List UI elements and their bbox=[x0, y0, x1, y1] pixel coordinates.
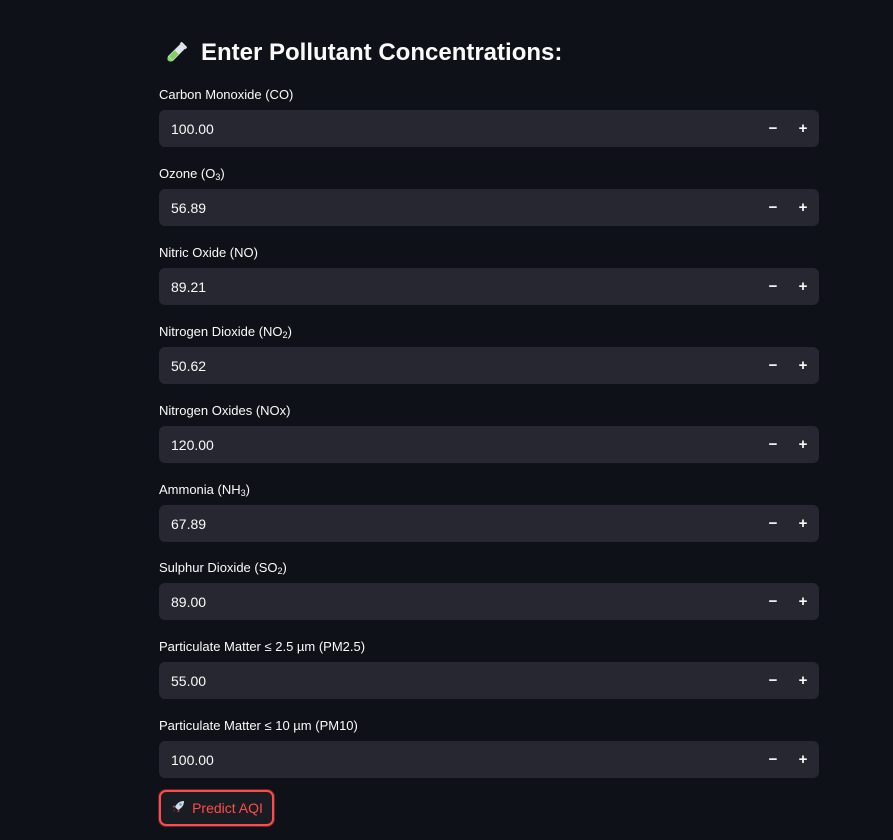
decrement-button[interactable]: − bbox=[758, 189, 788, 226]
increment-button[interactable]: + bbox=[788, 268, 818, 305]
decrement-button[interactable]: − bbox=[758, 741, 788, 778]
pollutant-label: Ozone (O3) bbox=[159, 166, 225, 182]
increment-button[interactable]: + bbox=[788, 347, 818, 384]
pollutant-field: Nitrogen Oxides (NOx) 120.00− + bbox=[159, 402, 819, 464]
test-tube-icon bbox=[161, 38, 191, 68]
increment-button[interactable]: + bbox=[788, 505, 818, 542]
decrement-button[interactable]: − bbox=[758, 662, 788, 699]
number-input-value[interactable]: 89.00 bbox=[159, 594, 758, 610]
pollutant-label: Carbon Monoxide (CO) bbox=[159, 87, 294, 102]
predict-aqi-label: Predict AQI bbox=[192, 800, 263, 816]
pollutant-field: Particulate Matter ≤ 10 µm (PM10) 100.00−… bbox=[159, 717, 819, 779]
page-title-text: Enter Pollutant Concentrations: bbox=[201, 39, 563, 66]
increment-button[interactable]: + bbox=[788, 583, 818, 620]
number-input[interactable]: 55.00− + bbox=[159, 662, 819, 699]
pollutant-field: Nitrogen Dioxide (NO2) 50.62− + bbox=[159, 323, 819, 385]
pollutant-field: Ammonia (NH3) 67.89− + bbox=[159, 481, 819, 543]
number-input[interactable]: 89.00− + bbox=[159, 583, 819, 620]
number-input-value[interactable]: 67.89 bbox=[159, 516, 758, 532]
number-input-value[interactable]: 100.00 bbox=[159, 752, 758, 768]
pollutant-label: Particulate Matter ≤ 2.5 µm (PM2.5) bbox=[159, 639, 366, 654]
predict-aqi-button[interactable]: Predict AQI bbox=[159, 790, 274, 826]
rocket-icon bbox=[170, 799, 186, 818]
number-input[interactable]: 67.89− + bbox=[159, 505, 819, 542]
number-input-value[interactable]: 55.00 bbox=[159, 673, 758, 689]
pollutant-label: Ammonia (NH3) bbox=[159, 482, 250, 498]
number-input[interactable]: 56.89− + bbox=[159, 189, 819, 226]
increment-button[interactable]: + bbox=[788, 662, 818, 699]
number-input-value[interactable]: 50.62 bbox=[159, 358, 758, 374]
pollutant-label: Nitrogen Oxides (NOx) bbox=[159, 403, 291, 418]
pollutant-label: Particulate Matter ≤ 10 µm (PM10) bbox=[159, 718, 358, 733]
pollutant-label: Nitrogen Dioxide (NO2) bbox=[159, 324, 292, 340]
increment-button[interactable]: + bbox=[788, 189, 818, 226]
decrement-button[interactable]: − bbox=[758, 583, 788, 620]
decrement-button[interactable]: − bbox=[758, 505, 788, 542]
page-title: Enter Pollutant Concentrations: bbox=[161, 36, 562, 70]
number-input-value[interactable]: 100.00 bbox=[159, 121, 758, 137]
number-input[interactable]: 100.00− + bbox=[159, 741, 819, 778]
number-input[interactable]: 120.00− + bbox=[159, 426, 819, 463]
number-input-value[interactable]: 120.00 bbox=[159, 437, 758, 453]
pollutant-field: Nitric Oxide (NO) 89.21− + bbox=[159, 244, 819, 306]
decrement-button[interactable]: − bbox=[758, 347, 788, 384]
pollutant-label: Sulphur Dioxide (SO2) bbox=[159, 560, 287, 576]
number-input[interactable]: 50.62− + bbox=[159, 347, 819, 384]
increment-button[interactable]: + bbox=[788, 110, 818, 147]
pollutant-field: Carbon Monoxide (CO) 100.00− + bbox=[159, 86, 819, 148]
number-input-value[interactable]: 89.21 bbox=[159, 279, 758, 295]
pollutant-field: Sulphur Dioxide (SO2) 89.00− + bbox=[159, 559, 819, 621]
number-input[interactable]: 100.00− + bbox=[159, 110, 819, 147]
increment-button[interactable]: + bbox=[788, 426, 818, 463]
decrement-button[interactable]: − bbox=[758, 426, 788, 463]
decrement-button[interactable]: − bbox=[758, 110, 788, 147]
number-input[interactable]: 89.21− + bbox=[159, 268, 819, 305]
pollutant-label: Nitric Oxide (NO) bbox=[159, 245, 258, 260]
increment-button[interactable]: + bbox=[788, 741, 818, 778]
number-input-value[interactable]: 56.89 bbox=[159, 200, 758, 216]
decrement-button[interactable]: − bbox=[758, 268, 788, 305]
pollutant-field: Particulate Matter ≤ 2.5 µm (PM2.5) 55.00… bbox=[159, 638, 819, 700]
pollutant-field: Ozone (O3) 56.89− + bbox=[159, 165, 819, 227]
